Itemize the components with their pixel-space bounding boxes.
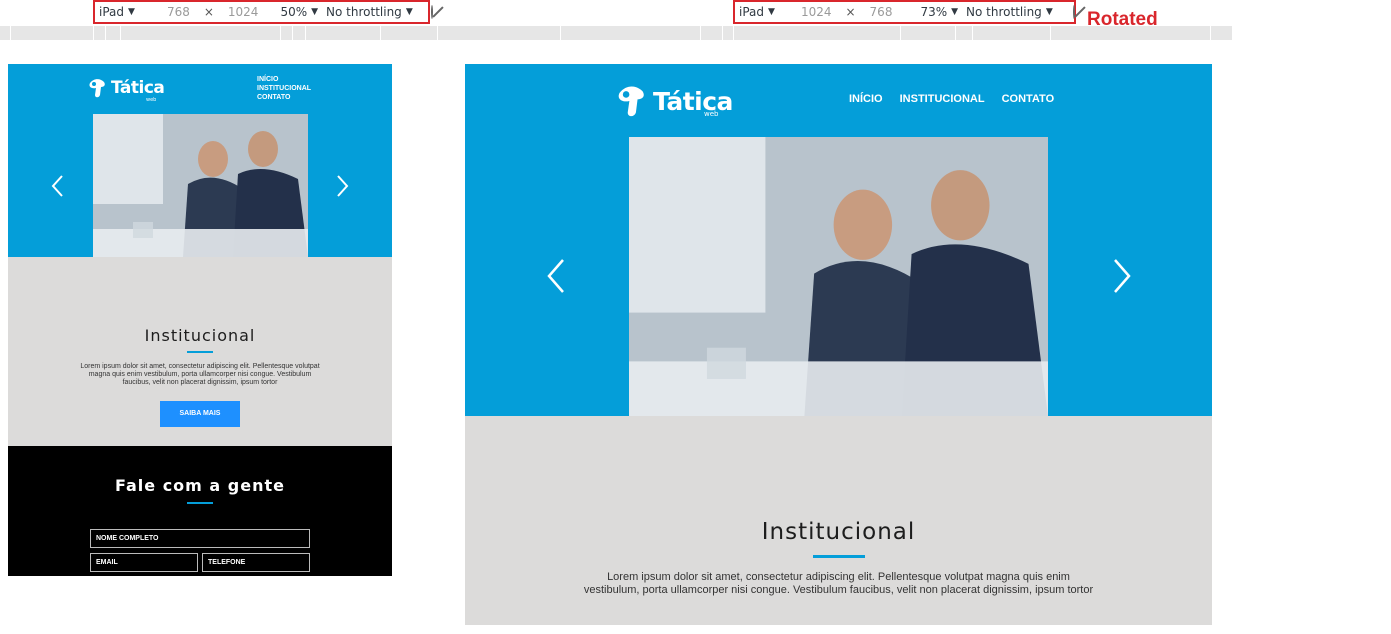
nav-link-contato[interactable]: CONTATO [257, 93, 311, 102]
slider-next-icon[interactable] [1111, 258, 1133, 294]
ruler-tick [292, 26, 293, 40]
screenshot-root: iPad ▼ 768 × 1024 50% ▼ No throttling ▼ iPa… [0, 0, 1391, 634]
phone-field[interactable]: TELEFONE [202, 553, 310, 572]
name-field[interactable]: NOME COMPLETO [90, 529, 310, 548]
main-nav: INÍCIO INSTITUCIONAL CONTATO [257, 75, 311, 102]
contact-title-underline [187, 502, 213, 504]
section-title: Institucional [761, 519, 916, 545]
logo-subtext: web [146, 97, 157, 103]
device-name: iPad [99, 5, 125, 19]
slider-next-icon[interactable] [334, 174, 350, 198]
throttling-select-left[interactable]: No throttling ▼ [322, 5, 417, 19]
ruler-tick [10, 26, 11, 40]
nav-link-institucional[interactable]: INSTITUCIONAL [900, 93, 985, 105]
ruler-tick [1050, 26, 1051, 40]
width-input-right[interactable]: 1024 [779, 5, 836, 19]
contact-section: Fale com a gente NOME COMPLETO EMAIL TEL… [8, 446, 392, 576]
caret-down-icon: ▼ [768, 7, 775, 17]
logo-subtext: web [704, 110, 719, 118]
slider-prev-icon[interactable] [50, 174, 66, 198]
ruler-tick [955, 26, 956, 40]
nav-link-inicio[interactable]: INÍCIO [849, 93, 883, 105]
slider-photo [93, 114, 308, 257]
rotate-icon[interactable] [1072, 5, 1075, 19]
ruler-tick [900, 26, 901, 40]
section-body-text: Lorem ipsum dolor sit amet, consectetur … [80, 363, 320, 387]
ruler-tick [1210, 26, 1211, 40]
portrait-preview: Tática web INÍCIO INSTITUCIONAL CONTATO [8, 64, 392, 576]
caret-down-icon: ▼ [1045, 7, 1053, 17]
logo-mark-icon [618, 86, 644, 117]
ruler-tick [120, 26, 121, 40]
zoom-value: 50% [280, 5, 308, 19]
dimension-separator: × [203, 5, 214, 19]
main-nav: INÍCIO INSTITUCIONAL CONTATO [849, 93, 1054, 105]
saiba-mais-button[interactable]: SAIBA MAIS [160, 401, 240, 428]
zoom-select-left[interactable]: 50% ▼ [262, 5, 322, 19]
logo[interactable]: Tática web [613, 83, 733, 119]
ruler-tick [733, 26, 734, 40]
zoom-value: 73% [920, 5, 948, 19]
hero-section: Tática web INÍCIO INSTITUCIONAL CONTATO [8, 64, 392, 257]
landscape-preview: Tática web INÍCIO INSTITUCIONAL CONTATO [465, 64, 1212, 625]
logo-text: Tática [653, 86, 733, 116]
device-toolbar-left-box: iPad ▼ 768 × 1024 50% ▼ No throttling ▼ [93, 0, 433, 24]
rotate-icon[interactable] [430, 5, 433, 19]
email-field[interactable]: EMAIL [90, 553, 198, 572]
caret-down-icon: ▼ [405, 7, 413, 17]
device-toolbar-right-box: iPad ▼ 1024 × 768 73% ▼ No throttling ▼ [733, 0, 1076, 24]
height-input-left[interactable]: 1024 [224, 5, 263, 19]
institucional-section: Institucional Lorem ipsum dolor sit amet… [8, 257, 392, 446]
throttling-select-right[interactable]: No throttling ▼ [962, 5, 1057, 19]
device-toolbar-right: iPad ▼ 1024 × 768 73% ▼ No throttling ▼ [733, 0, 1076, 24]
title-underline [812, 555, 865, 558]
ruler-tick [560, 26, 561, 40]
caret-down-icon: ▼ [951, 7, 959, 17]
hero-section: Tática web INÍCIO INSTITUCIONAL CONTATO [465, 64, 1212, 416]
section-title: Institucional [144, 326, 256, 345]
width-input-left[interactable]: 768 [139, 5, 194, 19]
media-query-ruler [0, 26, 1232, 40]
title-underline [187, 351, 213, 353]
ruler-tick [93, 26, 94, 40]
dimension-separator: × [845, 5, 856, 19]
section-body-text: Lorem ipsum dolor sit amet, consectetur … [583, 571, 1094, 596]
ruler-tick [722, 26, 723, 40]
ruler-tick [305, 26, 306, 40]
contact-title: Fale com a gente [115, 476, 285, 495]
slider-prev-icon[interactable] [545, 258, 567, 294]
ruler-tick [280, 26, 281, 40]
device-toolbar-left: iPad ▼ 768 × 1024 50% ▼ No throttling ▼ [93, 0, 433, 24]
device-select-right[interactable]: iPad ▼ [735, 5, 779, 19]
business-meeting-image [629, 137, 1048, 416]
ruler-tick [105, 26, 106, 40]
device-select-left[interactable]: iPad ▼ [95, 5, 139, 19]
caret-down-icon: ▼ [128, 7, 135, 17]
throttling-value: No throttling [326, 5, 402, 19]
throttling-value: No throttling [966, 5, 1042, 19]
nav-link-inicio[interactable]: INÍCIO [257, 75, 311, 84]
ruler-tick [972, 26, 973, 40]
logo-mark-icon [89, 79, 105, 98]
slider-photo [629, 137, 1048, 416]
nav-link-contato[interactable]: CONTATO [1002, 93, 1055, 105]
ruler-tick [437, 26, 438, 40]
zoom-select-right[interactable]: 73% ▼ [896, 5, 962, 19]
nav-link-institucional[interactable]: INSTITUCIONAL [257, 84, 311, 93]
ruler-tick [700, 26, 701, 40]
business-meeting-image [93, 114, 308, 257]
device-name: iPad [739, 5, 765, 19]
caret-down-icon: ▼ [311, 7, 319, 17]
height-input-right[interactable]: 768 [866, 5, 897, 19]
logo[interactable]: Tática web [86, 77, 165, 103]
institucional-section: Institucional Lorem ipsum dolor sit amet… [465, 416, 1212, 625]
ruler-tick [380, 26, 381, 40]
logo-text: Tática [111, 78, 165, 98]
